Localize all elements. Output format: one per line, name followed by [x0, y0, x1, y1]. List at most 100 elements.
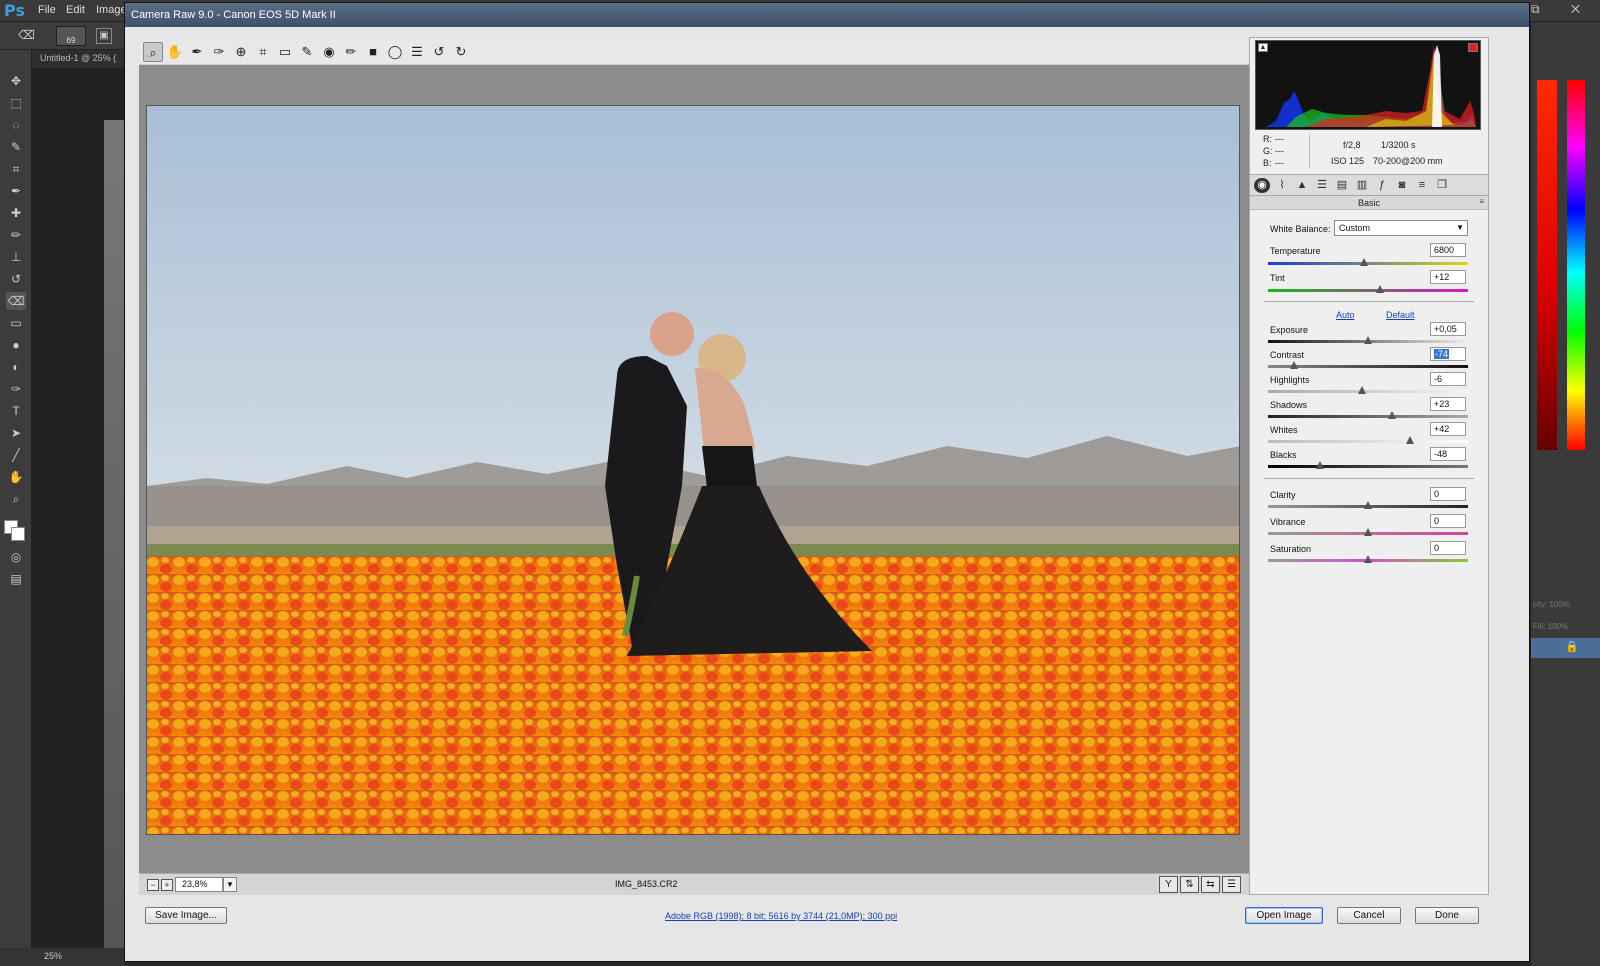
exposure-field[interactable]: +0,05 [1430, 322, 1466, 336]
tab-tone-curve-icon[interactable]: ⌇ [1274, 178, 1290, 193]
red-eye-tool-icon[interactable]: ◉ [319, 42, 339, 62]
zoom-in-button[interactable]: + [161, 879, 173, 891]
tab-presets-icon[interactable]: ≡ [1414, 178, 1430, 193]
crop-tool-icon[interactable]: ⌗ [253, 42, 273, 62]
hand-tool-icon[interactable]: ✋ [6, 468, 26, 486]
shadows-field[interactable]: +23 [1430, 397, 1466, 411]
shadows-slider-thumb[interactable] [1388, 411, 1396, 419]
tab-effects-icon[interactable]: ƒ [1374, 178, 1390, 193]
whites-field[interactable]: +42 [1430, 422, 1466, 436]
tint-slider[interactable] [1268, 285, 1468, 293]
contrast-slider-thumb[interactable] [1290, 361, 1298, 369]
done-button[interactable]: Done [1415, 907, 1479, 924]
saturation-slider-thumb[interactable] [1364, 555, 1372, 563]
history-brush-tool-icon[interactable]: ↺ [6, 270, 26, 288]
quick-mask-icon[interactable]: ◎ [6, 548, 26, 566]
temperature-field[interactable]: 6800 [1430, 243, 1466, 257]
toggle-settings-icon[interactable]: ☰ [1222, 876, 1241, 893]
vibrance-field[interactable]: 0 [1430, 514, 1466, 528]
tint-slider-thumb[interactable] [1376, 285, 1384, 293]
preferences-icon[interactable]: ☰ [407, 42, 427, 62]
cancel-button[interactable]: Cancel [1337, 907, 1401, 924]
temperature-slider-thumb[interactable] [1360, 258, 1368, 266]
zoom-out-button[interactable]: − [147, 879, 159, 891]
brush-size-picker[interactable]: 69 [56, 26, 86, 46]
tab-snapshots-icon[interactable]: ❐ [1434, 178, 1450, 193]
tab-basic-icon[interactable]: ◉ [1254, 178, 1270, 193]
clarity-slider[interactable] [1268, 501, 1468, 509]
pen-tool-icon[interactable]: ✑ [6, 380, 26, 398]
exposure-slider[interactable] [1268, 336, 1468, 344]
exposure-slider-thumb[interactable] [1364, 336, 1372, 344]
white-balance-select[interactable]: Custom ▼ [1334, 220, 1468, 236]
marquee-tool-icon[interactable]: ⬚ [6, 94, 26, 112]
color-sampler-tool-icon[interactable]: ✑ [209, 42, 229, 62]
whites-slider[interactable] [1268, 436, 1468, 444]
move-tool-icon[interactable]: ✥ [6, 72, 26, 90]
color-spectrum-bar[interactable] [1567, 80, 1585, 450]
menu-file[interactable]: File [38, 4, 56, 16]
eraser-tool-icon[interactable]: ⌫ [6, 292, 26, 310]
zoom-level-field[interactable]: 23,8% [175, 877, 223, 892]
line-tool-icon[interactable]: ╱ [6, 446, 26, 464]
zoom-tool-icon[interactable]: ⌕ [143, 42, 163, 62]
adjustment-brush-tool-icon[interactable]: ✏ [341, 42, 361, 62]
radial-filter-tool-icon[interactable]: ◯ [385, 42, 405, 62]
highlights-field[interactable]: -6 [1430, 372, 1466, 386]
menu-image[interactable]: Image [96, 4, 127, 16]
blacks-field[interactable]: -48 [1430, 447, 1466, 461]
quick-selection-tool-icon[interactable]: ✎ [6, 138, 26, 156]
blur-tool-icon[interactable]: ● [6, 336, 26, 354]
default-link[interactable]: Default [1386, 310, 1415, 320]
screen-mode-icon[interactable]: ▤ [6, 570, 26, 588]
eraser-preset-icon[interactable]: ⌫ [18, 28, 35, 42]
highlights-slider[interactable] [1268, 386, 1468, 394]
contrast-field[interactable]: -74 [1430, 347, 1466, 361]
clone-stamp-tool-icon[interactable]: ⊥ [6, 248, 26, 266]
graduated-filter-tool-icon[interactable]: ■ [363, 42, 383, 62]
lasso-tool-icon[interactable]: ◌ [6, 116, 26, 134]
highlight-clipping-warning-icon[interactable] [1468, 43, 1478, 52]
shadows-slider[interactable] [1268, 411, 1468, 419]
tab-split-toning-icon[interactable]: ▤ [1334, 178, 1350, 193]
auto-link[interactable]: Auto [1336, 310, 1355, 320]
panel-menu-icon[interactable]: ≡ [1479, 197, 1484, 206]
tab-lens-corrections-icon[interactable]: ▥ [1354, 178, 1370, 193]
temperature-slider[interactable] [1268, 258, 1468, 266]
zoom-tool-icon[interactable]: ⌕ [6, 490, 26, 508]
brush-tool-icon[interactable]: ✏ [6, 226, 26, 244]
menu-edit[interactable]: Edit [66, 4, 85, 16]
blacks-slider-thumb[interactable] [1316, 461, 1324, 469]
swap-before-after-icon[interactable]: ⇅ [1180, 876, 1199, 893]
clarity-field[interactable]: 0 [1430, 487, 1466, 501]
rotate-ccw-icon[interactable]: ↺ [429, 42, 449, 62]
saturation-slider[interactable] [1268, 555, 1468, 563]
white-balance-tool-icon[interactable]: ✒ [187, 42, 207, 62]
document-tab[interactable]: Untitled-1 @ 25% ( [40, 53, 116, 63]
healing-brush-tool-icon[interactable]: ✚ [6, 204, 26, 222]
targeted-adjustment-tool-icon[interactable]: ⊕ [231, 42, 251, 62]
spot-removal-tool-icon[interactable]: ✎ [297, 42, 317, 62]
rotate-cw-icon[interactable]: ↻ [451, 42, 471, 62]
eyedropper-tool-icon[interactable]: ✒ [6, 182, 26, 200]
tab-detail-icon[interactable]: ▲ [1294, 178, 1310, 193]
save-image-button[interactable]: Save Image... [145, 907, 227, 924]
straighten-tool-icon[interactable]: ▭ [275, 42, 295, 62]
shadow-clipping-warning-icon[interactable]: ▲ [1258, 43, 1268, 52]
saturation-field[interactable]: 0 [1430, 541, 1466, 555]
vibrance-slider[interactable] [1268, 528, 1468, 536]
hand-tool-icon[interactable]: ✋ [165, 42, 185, 62]
path-selection-tool-icon[interactable]: ➤ [6, 424, 26, 442]
crop-tool-icon[interactable]: ⌗ [6, 160, 26, 178]
zoom-dropdown-icon[interactable]: ▼ [223, 877, 237, 892]
open-image-button[interactable]: Open Image [1245, 907, 1323, 924]
copy-settings-icon[interactable]: ⇆ [1201, 876, 1220, 893]
window-controls[interactable]: ⧉ ✕ [1531, 2, 1594, 17]
dodge-tool-icon[interactable]: ◐ [6, 358, 26, 376]
highlights-slider-thumb[interactable] [1358, 386, 1366, 394]
before-after-view-icon[interactable]: Y [1159, 876, 1178, 893]
background-color-swatch[interactable] [11, 527, 25, 541]
type-tool-icon[interactable]: T [6, 402, 26, 420]
brush-panel-icon[interactable]: ▣ [96, 28, 112, 44]
photo-preview[interactable] [146, 105, 1240, 835]
